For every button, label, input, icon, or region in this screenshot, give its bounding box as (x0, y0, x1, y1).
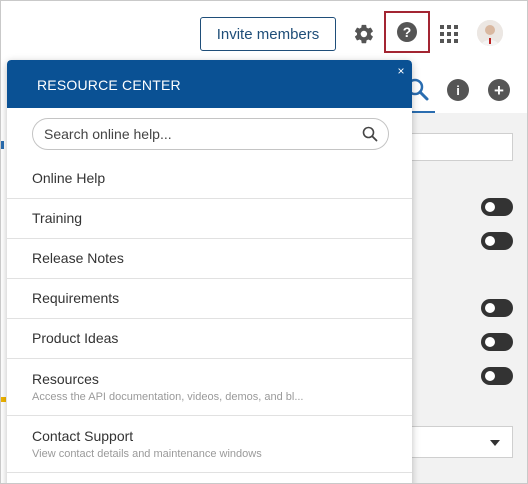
resource-item-description: Access the API documentation, videos, de… (32, 391, 304, 403)
toggle-switch[interactable] (481, 232, 513, 250)
chevron-down-icon (490, 440, 500, 446)
left-edge-marker (1, 397, 6, 402)
help-search-input[interactable] (44, 126, 344, 142)
background-dropdown[interactable] (409, 426, 513, 458)
info-icon[interactable]: i (447, 79, 469, 101)
toggle-switch[interactable] (481, 367, 513, 385)
close-icon[interactable]: × (395, 65, 407, 77)
app-window: Invite members ? i + RESOURCE CENTER × S… (0, 0, 528, 484)
help-search-field[interactable] (32, 118, 389, 150)
background-input[interactable] (409, 133, 513, 161)
resource-item-label: Release Notes (32, 250, 124, 266)
resource-item-online-help[interactable]: Online Help (7, 159, 412, 199)
resource-item-label: Resources (32, 371, 99, 387)
resource-item-resources[interactable]: Resources Access the API documentation, … (7, 359, 412, 416)
resource-item-training[interactable]: Training (7, 199, 412, 239)
apps-grid-icon[interactable] (438, 23, 460, 45)
resource-item-label: Product Ideas (32, 330, 119, 346)
resource-center-list: Online Help Training Release Notes Requi… (7, 159, 412, 473)
search-icon[interactable] (362, 126, 378, 142)
help-button[interactable]: ? (384, 11, 430, 53)
resource-item-release-notes[interactable]: Release Notes (7, 239, 412, 279)
resource-item-description: View contact details and maintenance win… (32, 448, 262, 460)
resource-item-contact-support[interactable]: Contact Support View contact details and… (7, 416, 412, 473)
resource-item-requirements[interactable]: Requirements (7, 279, 412, 319)
avatar[interactable] (477, 20, 503, 46)
resource-item-product-ideas[interactable]: Product Ideas (7, 319, 412, 359)
help-icon: ? (397, 22, 417, 42)
gear-icon[interactable] (351, 21, 377, 47)
resource-item-label: Requirements (32, 290, 120, 306)
resource-center-header: RESOURCE CENTER × (7, 60, 412, 108)
resource-item-label: Contact Support (32, 428, 134, 444)
left-edge-marker (1, 141, 4, 149)
toggle-switch[interactable] (481, 299, 513, 317)
resource-item-label: Online Help (32, 170, 106, 186)
resource-center-title: RESOURCE CENTER (37, 77, 181, 93)
top-bar: Invite members ? (1, 1, 527, 63)
resource-center-panel: RESOURCE CENTER × Online Help Training R… (7, 60, 412, 483)
toggle-switch[interactable] (481, 333, 513, 351)
invite-members-button[interactable]: Invite members (200, 17, 336, 51)
add-icon[interactable]: + (488, 79, 510, 101)
resource-item-label: Training (32, 210, 83, 226)
toggle-switch[interactable] (481, 198, 513, 216)
